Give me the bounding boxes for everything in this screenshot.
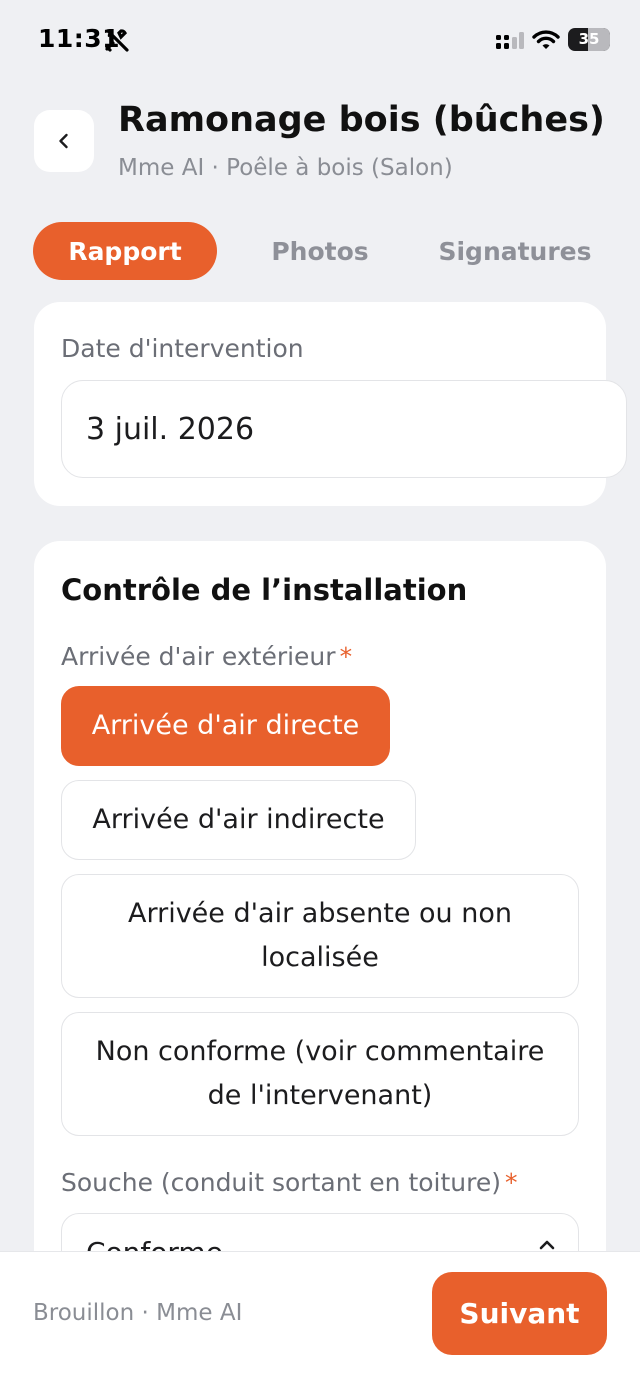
date-field-label: Date d'intervention <box>61 334 304 363</box>
page-title: Ramonage bois (bûches) <box>118 100 605 140</box>
option-arrivee-air-indirecte[interactable]: Arrivée d'air indirecte <box>61 780 416 860</box>
cellular-signal-icon <box>496 32 524 49</box>
chevron-left-icon <box>59 133 68 149</box>
section-title: Contrôle de l’installation <box>61 573 468 607</box>
option-arrivee-air-absente[interactable]: Arrivée d'air absente ou non localisée <box>61 874 579 998</box>
tab-signatures[interactable]: Signatures <box>424 222 606 280</box>
tab-rapport[interactable]: Rapport <box>33 222 217 280</box>
date-input[interactable]: 3 juil. 2026 <box>61 380 627 478</box>
next-button[interactable]: Suivant <box>432 1272 607 1355</box>
air-field-label-text: Arrivée d'air extérieur <box>61 642 336 671</box>
tab-photos[interactable]: Photos <box>228 222 412 280</box>
option-non-conforme[interactable]: Non conforme (voir commentaire de l'inte… <box>61 1012 579 1136</box>
option-arrivee-air-directe[interactable]: Arrivée d'air directe <box>61 686 390 766</box>
souche-field-label: Souche (conduit sortant en toiture) * <box>61 1168 518 1197</box>
required-marker: * <box>505 1168 518 1197</box>
air-field-label: Arrivée d'air extérieur * <box>61 642 352 671</box>
wifi-icon <box>532 30 560 49</box>
battery-level: 35 <box>578 30 600 48</box>
back-button[interactable] <box>34 110 94 172</box>
page-subtitle: Mme AI · Poêle à bois (Salon) <box>118 155 453 181</box>
souche-field-label-text: Souche (conduit sortant en toiture) <box>61 1168 502 1197</box>
status-bar: 11:31 35 <box>0 0 640 80</box>
tools-icon <box>105 29 129 52</box>
draft-status: Brouillon · Mme AI <box>33 1300 243 1326</box>
battery-icon: 35 <box>568 28 610 51</box>
required-marker: * <box>339 642 353 671</box>
